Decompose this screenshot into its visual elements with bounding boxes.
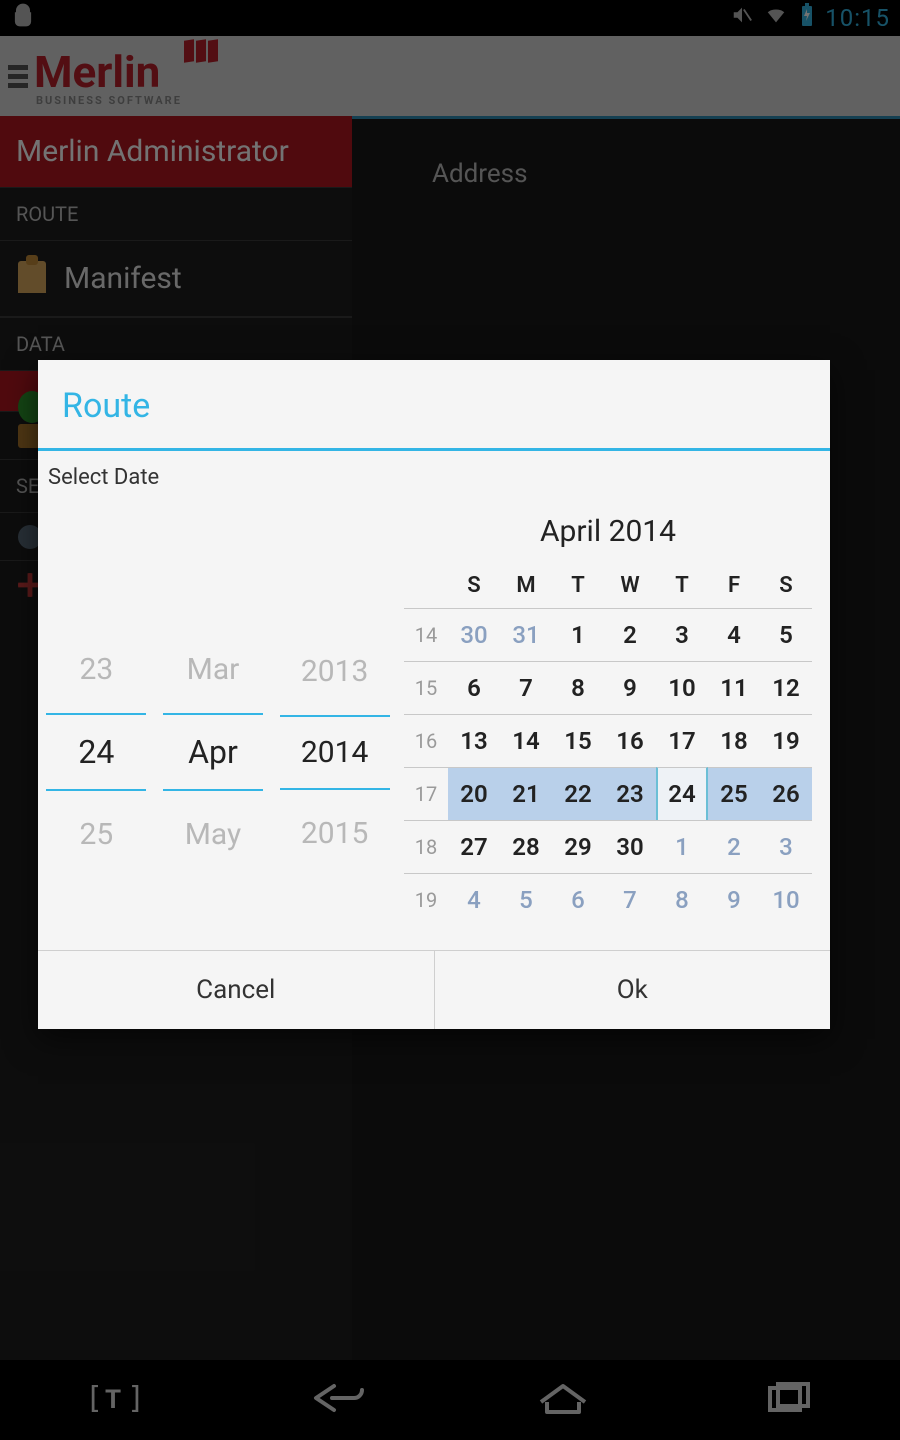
dialog-title: Route — [38, 360, 830, 448]
day-picker[interactable]: 23 24 25 — [46, 634, 146, 870]
year-prev[interactable]: 2013 — [280, 636, 390, 707]
calendar-day[interactable]: 9 — [708, 873, 760, 926]
calendar-title: April 2014 — [404, 508, 812, 565]
calendar-day[interactable]: 31 — [500, 608, 552, 661]
calendar-day[interactable]: 8 — [656, 873, 708, 926]
ok-button[interactable]: Ok — [434, 951, 831, 1029]
calendar-day[interactable]: 3 — [656, 608, 708, 661]
calendar-day[interactable]: 30 — [448, 608, 500, 661]
calendar-day[interactable]: 17 — [656, 714, 708, 767]
calendar-day[interactable]: 9 — [604, 661, 656, 714]
dialog-subtitle: Select Date — [38, 451, 830, 498]
calendar-day[interactable]: 10 — [760, 873, 812, 926]
calendar-week-number: 18 — [404, 820, 448, 873]
calendar-day[interactable]: 22 — [552, 767, 604, 820]
calendar-day[interactable]: 11 — [708, 661, 760, 714]
calendar-day[interactable]: 30 — [604, 820, 656, 873]
calendar-day[interactable]: 12 — [760, 661, 812, 714]
calendar-day[interactable]: 1 — [552, 608, 604, 661]
calendar-day[interactable]: 14 — [500, 714, 552, 767]
calendar-day[interactable]: 27 — [448, 820, 500, 873]
calendar-weekday-header: T — [656, 565, 708, 608]
calendar-day[interactable]: 16 — [604, 714, 656, 767]
calendar-day[interactable]: 5 — [500, 873, 552, 926]
calendar-day[interactable]: 26 — [760, 767, 812, 820]
calendar-week-header — [404, 565, 448, 608]
calendar-weekday-header: T — [552, 565, 604, 608]
calendar-week-number: 14 — [404, 608, 448, 661]
calendar-day[interactable]: 25 — [708, 767, 760, 820]
calendar-day[interactable]: 19 — [760, 714, 812, 767]
calendar-weekday-header: S — [448, 565, 500, 608]
calendar-grid: SMTWTFS143031123451567891011121613141516… — [404, 565, 812, 926]
calendar-week-number: 15 — [404, 661, 448, 714]
calendar-day[interactable]: 4 — [448, 873, 500, 926]
calendar-day[interactable]: 28 — [500, 820, 552, 873]
day-next[interactable]: 25 — [46, 799, 146, 870]
calendar-day[interactable]: 18 — [708, 714, 760, 767]
calendar-weekday-header: S — [760, 565, 812, 608]
calendar-day[interactable]: 3 — [760, 820, 812, 873]
calendar-week-number: 19 — [404, 873, 448, 926]
year-next[interactable]: 2015 — [280, 798, 390, 869]
calendar-weekday-header: M — [500, 565, 552, 608]
calendar-week-number: 16 — [404, 714, 448, 767]
calendar-day[interactable]: 1 — [656, 820, 708, 873]
calendar-day[interactable]: 15 — [552, 714, 604, 767]
calendar-day[interactable]: 10 — [656, 661, 708, 714]
calendar-day[interactable]: 4 — [708, 608, 760, 661]
day-selected[interactable]: 24 — [46, 713, 146, 791]
calendar-day[interactable]: 7 — [500, 661, 552, 714]
calendar-day[interactable]: 29 — [552, 820, 604, 873]
month-next[interactable]: May — [163, 799, 263, 870]
month-prev[interactable]: Mar — [163, 634, 263, 705]
calendar-weekday-header: F — [708, 565, 760, 608]
cancel-button[interactable]: Cancel — [38, 951, 434, 1029]
calendar-day[interactable]: 7 — [604, 873, 656, 926]
month-selected[interactable]: Apr — [163, 713, 263, 791]
calendar-day[interactable]: 5 — [760, 608, 812, 661]
year-picker[interactable]: 2013 2014 2015 — [280, 636, 390, 869]
year-selected[interactable]: 2014 — [280, 715, 390, 790]
calendar-day[interactable]: 6 — [448, 661, 500, 714]
calendar-day-selected[interactable]: 24 — [656, 767, 708, 820]
day-prev[interactable]: 23 — [46, 634, 146, 705]
calendar: April 2014 SMTWTFS1430311234515678910111… — [398, 508, 830, 926]
calendar-day[interactable]: 21 — [500, 767, 552, 820]
calendar-day[interactable]: 2 — [708, 820, 760, 873]
dialog-actions: Cancel Ok — [38, 950, 830, 1029]
calendar-day[interactable]: 6 — [552, 873, 604, 926]
calendar-day[interactable]: 20 — [448, 767, 500, 820]
calendar-week-number: 17 — [404, 767, 448, 820]
calendar-day[interactable]: 8 — [552, 661, 604, 714]
date-spinners: 23 24 25 Mar Apr May 2013 2014 2015 — [38, 508, 398, 926]
calendar-day[interactable]: 23 — [604, 767, 656, 820]
month-picker[interactable]: Mar Apr May — [163, 634, 263, 870]
calendar-day[interactable]: 13 — [448, 714, 500, 767]
date-picker-dialog: Route Select Date 23 24 25 Mar Apr May 2… — [38, 360, 830, 1029]
calendar-day[interactable]: 2 — [604, 608, 656, 661]
calendar-weekday-header: W — [604, 565, 656, 608]
